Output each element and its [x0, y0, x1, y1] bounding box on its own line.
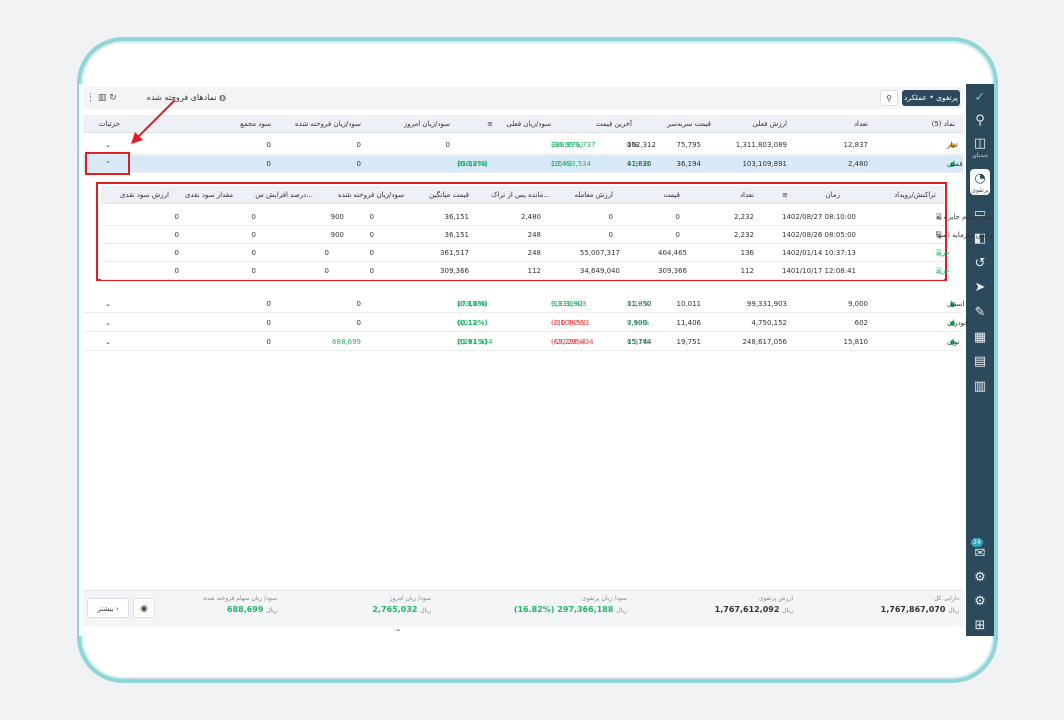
history-icon[interactable]: ↺	[970, 254, 990, 274]
gear-icon[interactable]: ⚙	[970, 592, 990, 612]
buy-icon: 🗎	[936, 267, 942, 275]
main-panel: پرتفوی • عملکرد ⚲ نمادهای فروخته شده ◍ ⋮…	[79, 84, 994, 636]
rail-label-portfolio: پرتفوی	[971, 187, 989, 194]
portfolio-value: ارزش پرتفوی ریال 1,767,612,092	[714, 595, 793, 614]
sub-col-time[interactable]: زمان	[826, 186, 840, 204]
eye-icon[interactable]: ◉	[133, 598, 155, 618]
settings-user-icon[interactable]: ⚙	[970, 568, 990, 588]
document-icon: 🗎	[936, 231, 942, 239]
col-count[interactable]: تعداد	[854, 115, 868, 133]
sub-col-increase[interactable]: درصد افزایش س...	[255, 186, 313, 204]
apps-icon[interactable]: ⊞	[970, 616, 990, 636]
app-screen: ✓ ⚲ ◫ دیدبان ◔ پرتفوی ▭ ◧ ↺ ➤ ✎ ▦ ▤ ▥ 24…	[79, 84, 994, 636]
columns-icon[interactable]: ▥	[98, 93, 107, 103]
sub-row: خرید 🗎 1402/01/14 10:37:13 136 404,465 5…	[101, 244, 950, 262]
col-breakeven[interactable]: قیمت سربه‌سر	[667, 115, 711, 133]
send-icon[interactable]: ➤	[970, 278, 990, 298]
col-today-pl[interactable]: سود/زیان امروز	[404, 115, 450, 133]
sub-col-event[interactable]: تراکنش/رویداد	[894, 186, 936, 204]
col-current-value[interactable]: ارزش فعلی	[753, 115, 787, 133]
chevron-down-icon[interactable]: ⌄	[105, 295, 111, 313]
sub-sort-icon[interactable]: ≡	[782, 186, 788, 204]
collapse-footer-icon[interactable]: ⌃	[395, 628, 402, 636]
main-table-header: نماد (5) تعداد ارزش فعلی قیمت سربه‌سر آخ…	[83, 115, 963, 133]
table-row[interactable]: عیار 12,837 1,311,803,089 75,795 102,312…	[83, 136, 963, 154]
sub-row: خرید 🗎 1401/10/17 12:08:41 112 309,366 3…	[101, 262, 950, 280]
more-vert-icon[interactable]: ⋮	[86, 93, 95, 103]
count-cell: 12,837	[843, 141, 869, 149]
search-icon[interactable]: ⚲	[970, 111, 990, 131]
sub-table-header: تراکنش/رویداد زمان ≡ تعداد قیمت ارزش معا…	[101, 186, 944, 204]
table-row[interactable]: استیل 9,000 99,331,903 10,011 11,050 0.1…	[83, 295, 964, 313]
chevron-down-icon[interactable]: ⌄	[105, 333, 111, 351]
symbol-cell[interactable]: استیل	[947, 295, 964, 313]
count-cell: 2,480	[847, 160, 868, 168]
col-details[interactable]: جزئیات	[99, 115, 120, 133]
breakeven-cell: 75,795	[676, 141, 702, 149]
edit-icon[interactable]: ✎	[970, 303, 990, 323]
today-pl: سود/ زیان امروز ریال 2,765,032	[372, 595, 431, 614]
sort-icon[interactable]: ≡	[487, 115, 493, 133]
col-total-profit[interactable]: سود مجمع	[240, 115, 271, 133]
total-assets: دارایی کل ریال 1,767,867,070	[880, 595, 959, 614]
col-symbol[interactable]: نماد (5)	[932, 115, 955, 133]
symbol-cell[interactable]: فملی	[947, 155, 963, 173]
chat-icon[interactable]: ✉	[970, 544, 990, 564]
sub-col-avg-price[interactable]: قیمت میانگین	[429, 186, 469, 204]
sold-pl: سود/ زیان سهام فروخته شده ریال 688,699	[203, 595, 277, 614]
refresh-icon[interactable]: ↻	[109, 93, 117, 103]
chart-icon[interactable]: ▥	[970, 377, 990, 397]
annotation-arrow	[131, 99, 176, 144]
sold-pl-cell: 0	[356, 141, 361, 149]
table-row-selected[interactable]: فملی 2,480 103,109,891 36,194 41,626 0.3…	[83, 155, 963, 173]
sub-col-sold-pl[interactable]: سود/زیان فروخته شده	[338, 186, 404, 204]
sub-col-count[interactable]: تعداد	[740, 186, 754, 204]
value-cell: 1,311,803,089	[735, 141, 787, 149]
sub-col-price[interactable]: قیمت	[664, 186, 680, 204]
sub-col-cash-div[interactable]: مقدار سود نقدی	[185, 186, 233, 204]
portfolio-pl: سود/ زیان پرتفوی ریال 297,366,188 (%16.8…	[513, 595, 627, 614]
top-bar: پرتفوی • عملکرد ⚲ نمادهای فروخته شده ◍ ⋮…	[83, 87, 963, 109]
sold-pl-cell: 0	[356, 160, 361, 168]
col-last-price[interactable]: آخرین قیمت	[596, 115, 632, 133]
side-rail: ✓ ⚲ ◫ دیدبان ◔ پرتفوی ▭ ◧ ↺ ➤ ✎ ▦ ▤ ▥ 24…	[966, 84, 994, 636]
grid-icon[interactable]: ▦	[970, 328, 990, 348]
table-row[interactable]: خودران 602 4,750,152 11,406 7,900 0.13% …	[83, 314, 969, 332]
buy-icon: 🗎	[936, 249, 942, 257]
sub-col-remaining[interactable]: مانده پس از تراک...	[491, 186, 550, 204]
report-icon[interactable]: ▤	[970, 352, 990, 372]
chevron-down-icon[interactable]: ⌄	[105, 314, 111, 332]
document-icon: 🗎	[936, 213, 942, 221]
total-profit-cell: 0	[266, 160, 271, 168]
col-current-pl[interactable]: سود/زیان فعلی	[506, 115, 551, 133]
sub-col-cash-div-value[interactable]: ارزش سود نقدی	[120, 186, 169, 204]
search-button[interactable]: ⚲	[880, 90, 898, 106]
more-button[interactable]: بیشتر ›	[87, 598, 129, 618]
value-cell: 103,109,891	[742, 160, 787, 168]
total-profit-cell: 0	[266, 141, 271, 149]
symbol-cell[interactable]: عیار	[947, 136, 959, 154]
col-sold-pl[interactable]: سود/زیان فروخته شده	[295, 115, 361, 133]
table-row[interactable]: توان 15,810 248,617,056 19,751 15,744 0.…	[83, 333, 963, 351]
symbol-cell[interactable]: خودران	[947, 314, 969, 332]
sub-col-trade-value[interactable]: ارزش معامله	[574, 186, 613, 204]
logo-icon: ✓	[974, 90, 986, 105]
sub-row: افزایش سرمایه (سها 🗎 1402/08/26 08:05:00…	[101, 226, 994, 244]
breakeven-cell: 36,194	[676, 160, 702, 168]
today-pl-cell: 0	[445, 141, 450, 149]
symbol-cell[interactable]: توان	[947, 333, 960, 351]
rail-label-watch: دیدبان	[972, 152, 988, 159]
portfolio-performance-button[interactable]: پرتفوی • عملکرد	[902, 90, 960, 106]
sold-icon: ◍	[219, 93, 226, 102]
chevron-highlight	[85, 152, 130, 175]
watch-icon[interactable]: ◫	[970, 134, 990, 154]
summary-footer: دارایی کل ریال 1,767,867,070 ارزش پرتفوی…	[83, 590, 963, 626]
sub-row: تبدیل سهام جایزه به 🗎 1402/08/27 08:10:0…	[101, 208, 994, 226]
